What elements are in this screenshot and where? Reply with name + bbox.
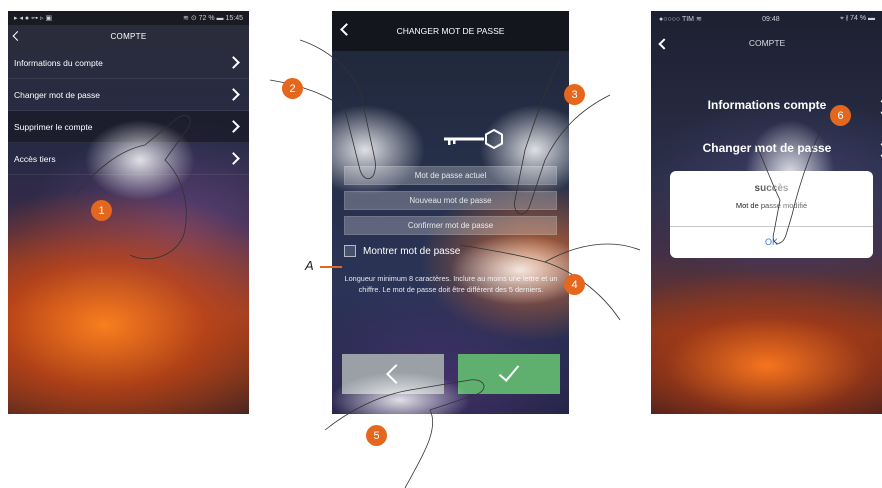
checkmark-icon: [498, 360, 520, 382]
menu-item-label: Informations compte: [707, 98, 827, 112]
step-badge-6: 6: [830, 105, 851, 126]
step-badge-1: 1: [91, 200, 112, 221]
show-password-label: Montrer mot de passe: [363, 245, 461, 257]
confirm-button[interactable]: [458, 354, 560, 394]
success-dialog: succès Mot de passe modifié OK: [670, 171, 873, 258]
dialog-title: succès: [754, 183, 789, 194]
status-bar: ●○○○○ TIM ≋ 09:48 ⌖ ∦ 74 % ▬: [651, 11, 882, 27]
instruction-figure: ▸ ◂ ● ⊶ ▹ ▣ ≋ ⊙ 72 % ▬ 15:45 COMPTE Info…: [0, 0, 882, 488]
menu-item-label: Informations du compte: [14, 57, 103, 68]
menu-item-label: Changer mot de passe: [14, 89, 100, 100]
menu-item-account-info[interactable]: Informations du compte: [8, 47, 249, 79]
carrier: ●○○○○ TIM ≋: [659, 16, 702, 23]
ok-button[interactable]: OK: [670, 226, 873, 258]
show-password-toggle[interactable]: Montrer mot de passe: [344, 245, 460, 257]
field-placeholder: Mot de passe actuel: [414, 171, 487, 180]
status-right: ≋ ⊙ 72 % ▬ 15:45: [183, 15, 243, 22]
callout-label-a: A: [305, 258, 314, 273]
chevron-right-icon: [874, 142, 882, 158]
status-bar: ▸ ◂ ● ⊶ ▹ ▣ ≋ ⊙ 72 % ▬ 15:45: [8, 11, 249, 25]
menu-item-change-password[interactable]: Changer mot de passe: [8, 79, 249, 111]
battery: ⌖ ∦ 74 % ▬: [839, 15, 875, 22]
page-title: COMPTE: [748, 38, 786, 48]
back-chevron-icon[interactable]: [12, 31, 23, 41]
password-rules-hint: Longueur minimum 8 caractères. Inclure a…: [344, 274, 558, 294]
account-screen: ▸ ◂ ● ⊶ ▹ ▣ ≋ ⊙ 72 % ▬ 15:45 COMPTE Info…: [8, 11, 249, 414]
chevron-right-icon: [874, 99, 882, 115]
step-badge-3: 3: [564, 84, 585, 105]
callout-line-a: [320, 266, 342, 268]
chevron-right-icon: [227, 120, 240, 133]
step-badge-5: 5: [366, 425, 387, 446]
clock: 09:48: [762, 15, 780, 23]
change-password-screen: CHANGER MOT DE PASSE Mot de passe actuel…: [332, 11, 569, 414]
menu-item-label: Accès tiers: [14, 153, 56, 164]
title-bar: CHANGER MOT DE PASSE: [332, 11, 569, 51]
menu-item-delete-account[interactable]: Supprimer le compte: [8, 111, 249, 143]
dialog-message: Mot de passe modifié: [735, 201, 808, 210]
step-badge-2: 2: [282, 78, 303, 99]
back-chevron-icon[interactable]: [340, 23, 353, 36]
checkbox[interactable]: [344, 245, 356, 257]
back-button[interactable]: [342, 354, 444, 394]
page-title: CHANGER MOT DE PASSE: [396, 26, 505, 36]
status-left: ▸ ◂ ● ⊶ ▹ ▣: [14, 15, 53, 22]
arrow-left-icon: [386, 364, 406, 384]
confirm-password-field[interactable]: Confirmer mot de passe: [344, 216, 557, 235]
field-placeholder: Confirmer mot de passe: [407, 221, 494, 230]
chevron-right-icon: [227, 152, 240, 165]
menu-item-label: Supprimer le compte: [14, 121, 93, 132]
key-icon: [444, 128, 503, 150]
page-title: COMPTE: [110, 31, 147, 41]
current-password-field[interactable]: Mot de passe actuel: [344, 166, 557, 185]
menu-item-label: Changer mot de passe: [702, 141, 832, 155]
title-bar: COMPTE: [8, 25, 249, 47]
account-success-screen: ●○○○○ TIM ≋ 09:48 ⌖ ∦ 74 % ▬ COMPTE Info…: [651, 11, 882, 414]
menu-item-change-password[interactable]: Changer mot de passe: [651, 141, 882, 158]
field-placeholder: Nouveau mot de passe: [409, 196, 492, 205]
chevron-right-icon: [227, 88, 240, 101]
menu-item-third-party-access[interactable]: Accès tiers: [8, 143, 249, 175]
chevron-right-icon: [227, 56, 240, 69]
new-password-field[interactable]: Nouveau mot de passe: [344, 191, 557, 210]
step-badge-4: 4: [564, 274, 585, 295]
